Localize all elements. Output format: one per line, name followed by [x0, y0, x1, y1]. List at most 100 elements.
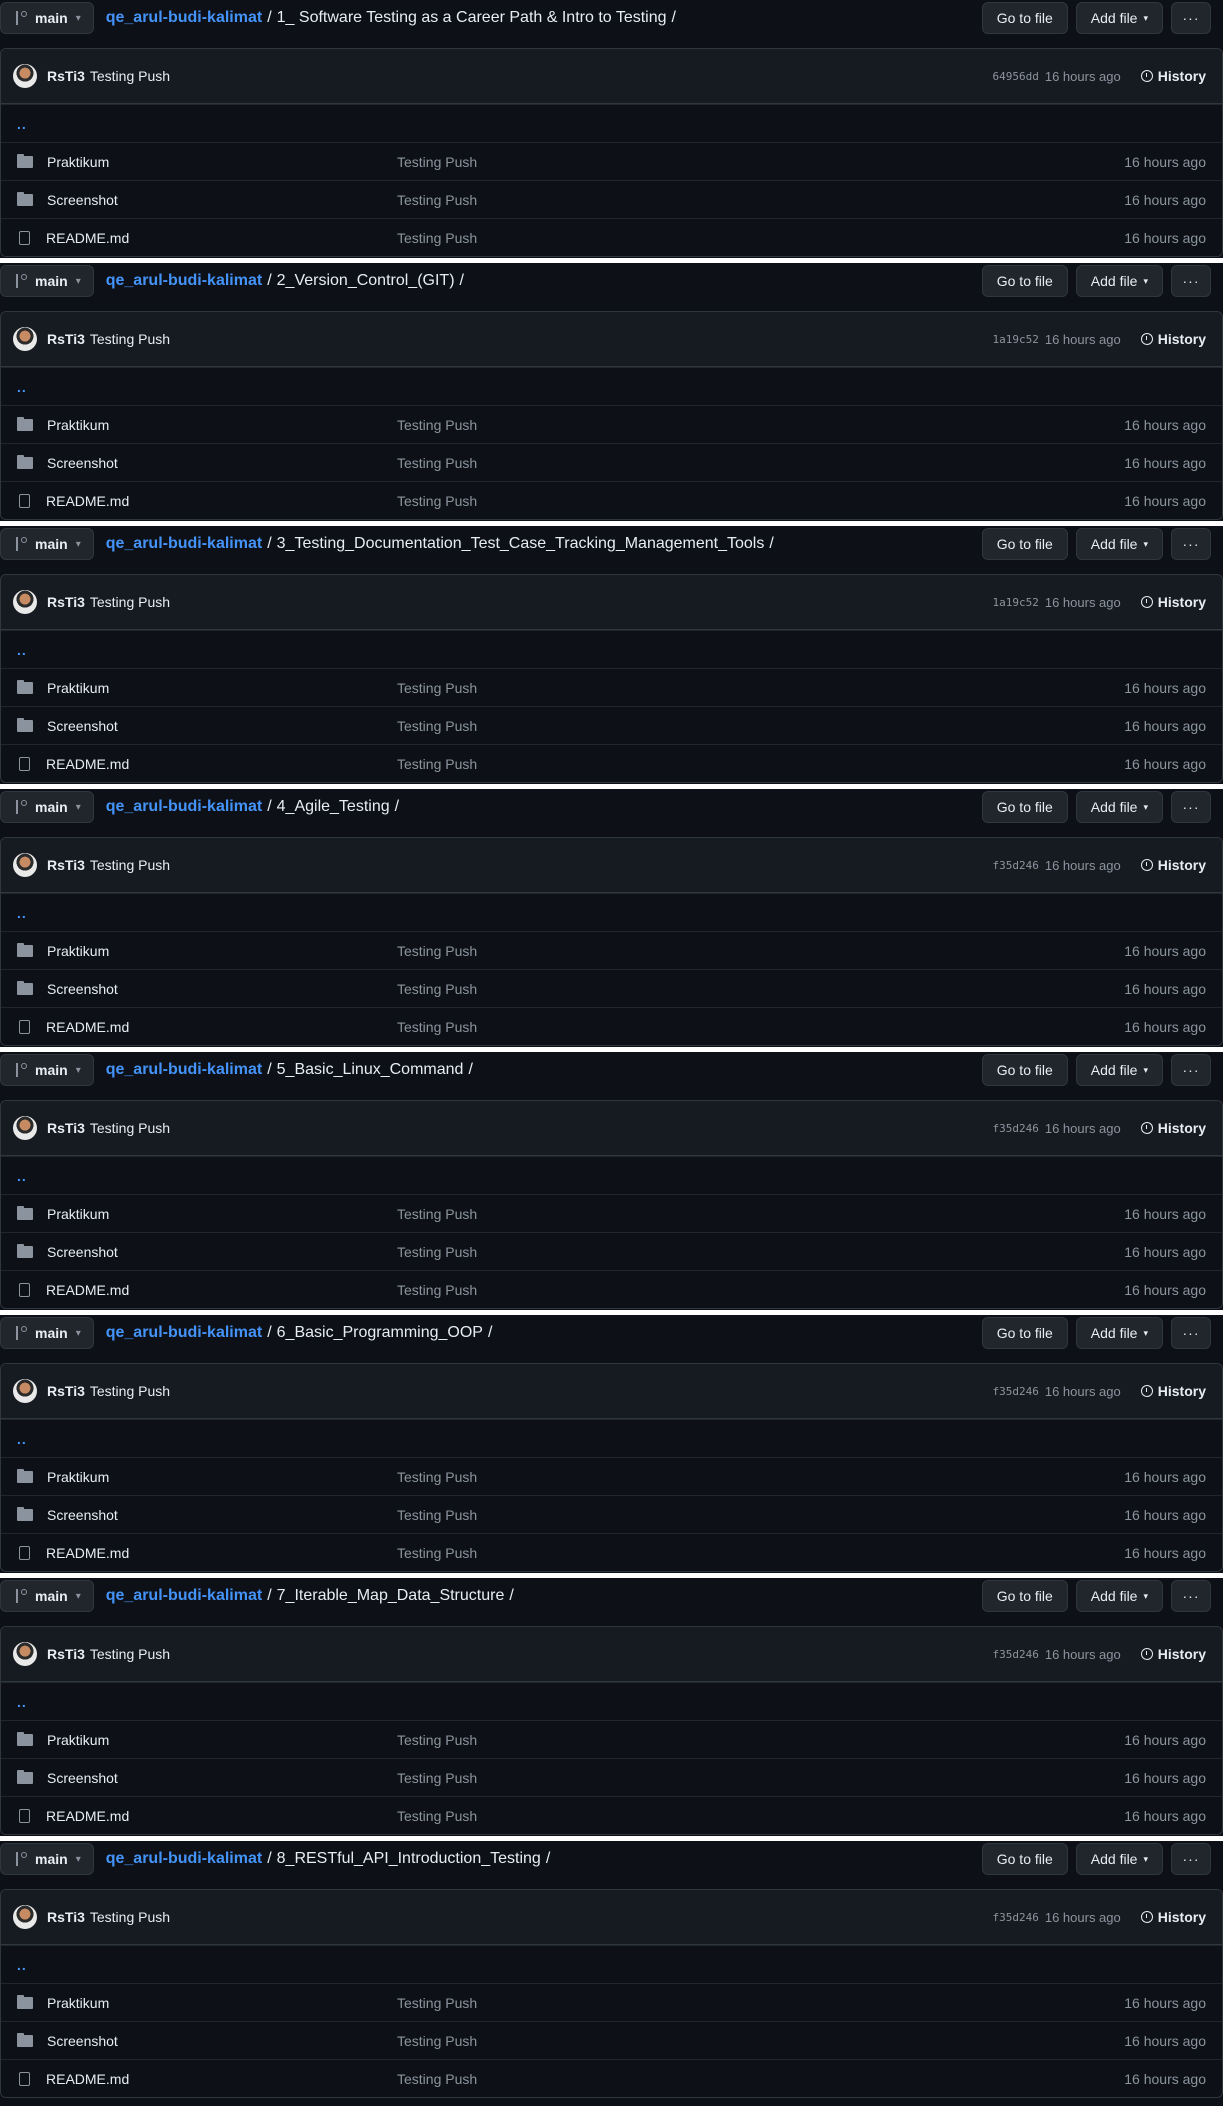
commit-sha[interactable]: f35d246: [993, 1385, 1039, 1398]
row-commit-message[interactable]: Testing Push: [397, 1469, 1124, 1485]
row-commit-message[interactable]: Testing Push: [397, 1995, 1124, 2011]
row-commit-message[interactable]: Testing Push: [397, 1282, 1124, 1298]
history-link[interactable]: History: [1137, 327, 1210, 351]
avatar[interactable]: [13, 1905, 37, 1929]
history-link[interactable]: History: [1137, 853, 1210, 877]
table-row[interactable]: Praktikum Testing Push 16 hours ago: [1, 1194, 1222, 1232]
avatar[interactable]: [13, 327, 37, 351]
add-file-button[interactable]: Add file ▾: [1075, 1317, 1163, 1349]
more-options-button[interactable]: ···: [1171, 1843, 1211, 1875]
row-commit-message[interactable]: Testing Push: [397, 1770, 1124, 1786]
commit-sha[interactable]: f35d246: [993, 1122, 1039, 1135]
avatar[interactable]: [13, 590, 37, 614]
table-row[interactable]: README.md Testing Push 16 hours ago: [1, 2059, 1222, 2097]
parent-directory-row[interactable]: ..: [1, 1945, 1222, 1983]
more-options-button[interactable]: ···: [1171, 791, 1211, 823]
breadcrumb-repo-link[interactable]: qe_arul-budi-kalimat: [106, 1061, 262, 1079]
parent-directory-link[interactable]: ..: [17, 1957, 27, 1973]
file-name[interactable]: Screenshot: [47, 718, 118, 734]
file-name[interactable]: Screenshot: [47, 2033, 118, 2049]
avatar[interactable]: [13, 1379, 37, 1403]
file-name[interactable]: README.md: [46, 1545, 129, 1561]
commit-sha[interactable]: 64956dd: [993, 70, 1039, 83]
table-row[interactable]: README.md Testing Push 16 hours ago: [1, 744, 1222, 782]
branch-selector-button[interactable]: main ▾: [0, 1843, 94, 1875]
row-commit-message[interactable]: Testing Push: [397, 455, 1124, 471]
file-name[interactable]: Praktikum: [47, 1995, 109, 2011]
breadcrumb-repo-link[interactable]: qe_arul-budi-kalimat: [106, 798, 262, 816]
file-name[interactable]: Screenshot: [47, 1770, 118, 1786]
branch-selector-button[interactable]: main ▾: [0, 2, 94, 34]
add-file-button[interactable]: Add file ▾: [1075, 2, 1163, 34]
avatar[interactable]: [13, 853, 37, 877]
row-commit-message[interactable]: Testing Push: [397, 154, 1124, 170]
commit-message[interactable]: Testing Push: [90, 1383, 170, 1399]
commit-message[interactable]: Testing Push: [90, 1120, 170, 1136]
file-name[interactable]: README.md: [46, 756, 129, 772]
commit-author[interactable]: RsTi3: [47, 331, 85, 347]
commit-author[interactable]: RsTi3: [47, 68, 85, 84]
add-file-button[interactable]: Add file ▾: [1075, 1580, 1163, 1612]
table-row[interactable]: README.md Testing Push 16 hours ago: [1, 1007, 1222, 1045]
parent-directory-link[interactable]: ..: [17, 1694, 27, 1710]
row-commit-message[interactable]: Testing Push: [397, 981, 1124, 997]
commit-message[interactable]: Testing Push: [90, 1909, 170, 1925]
commit-sha[interactable]: f35d246: [993, 859, 1039, 872]
row-commit-message[interactable]: Testing Push: [397, 2033, 1124, 2049]
commit-message[interactable]: Testing Push: [90, 68, 170, 84]
file-name[interactable]: Screenshot: [47, 1507, 118, 1523]
row-commit-message[interactable]: Testing Push: [397, 680, 1124, 696]
history-link[interactable]: History: [1137, 1642, 1210, 1666]
table-row[interactable]: README.md Testing Push 16 hours ago: [1, 1270, 1222, 1308]
commit-message[interactable]: Testing Push: [90, 331, 170, 347]
table-row[interactable]: Praktikum Testing Push 16 hours ago: [1, 1457, 1222, 1495]
row-commit-message[interactable]: Testing Push: [397, 1808, 1124, 1824]
branch-selector-button[interactable]: main ▾: [0, 528, 94, 560]
table-row[interactable]: README.md Testing Push 16 hours ago: [1, 481, 1222, 519]
more-options-button[interactable]: ···: [1171, 1580, 1211, 1612]
commit-message[interactable]: Testing Push: [90, 1646, 170, 1662]
row-commit-message[interactable]: Testing Push: [397, 1507, 1124, 1523]
file-name[interactable]: Praktikum: [47, 680, 109, 696]
table-row[interactable]: README.md Testing Push 16 hours ago: [1, 1533, 1222, 1571]
table-row[interactable]: Screenshot Testing Push 16 hours ago: [1, 706, 1222, 744]
history-link[interactable]: History: [1137, 1379, 1210, 1403]
branch-selector-button[interactable]: main ▾: [0, 1317, 94, 1349]
parent-directory-row[interactable]: ..: [1, 104, 1222, 142]
row-commit-message[interactable]: Testing Push: [397, 1206, 1124, 1222]
table-row[interactable]: Screenshot Testing Push 16 hours ago: [1, 443, 1222, 481]
row-commit-message[interactable]: Testing Push: [397, 2071, 1124, 2087]
go-to-file-button[interactable]: Go to file: [981, 265, 1068, 297]
file-name[interactable]: Praktikum: [47, 417, 109, 433]
file-name[interactable]: README.md: [46, 2071, 129, 2087]
table-row[interactable]: Praktikum Testing Push 16 hours ago: [1, 1720, 1222, 1758]
table-row[interactable]: README.md Testing Push 16 hours ago: [1, 1796, 1222, 1834]
table-row[interactable]: Screenshot Testing Push 16 hours ago: [1, 180, 1222, 218]
row-commit-message[interactable]: Testing Push: [397, 493, 1124, 509]
file-name[interactable]: README.md: [46, 1282, 129, 1298]
table-row[interactable]: Praktikum Testing Push 16 hours ago: [1, 1983, 1222, 2021]
table-row[interactable]: Praktikum Testing Push 16 hours ago: [1, 931, 1222, 969]
go-to-file-button[interactable]: Go to file: [981, 1317, 1068, 1349]
commit-sha[interactable]: 1a19c52: [993, 596, 1039, 609]
row-commit-message[interactable]: Testing Push: [397, 1545, 1124, 1561]
table-row[interactable]: Screenshot Testing Push 16 hours ago: [1, 969, 1222, 1007]
avatar[interactable]: [13, 64, 37, 88]
more-options-button[interactable]: ···: [1171, 1054, 1211, 1086]
row-commit-message[interactable]: Testing Push: [397, 1732, 1124, 1748]
history-link[interactable]: History: [1137, 590, 1210, 614]
go-to-file-button[interactable]: Go to file: [981, 528, 1068, 560]
row-commit-message[interactable]: Testing Push: [397, 192, 1124, 208]
file-name[interactable]: Praktikum: [47, 154, 109, 170]
row-commit-message[interactable]: Testing Push: [397, 718, 1124, 734]
more-options-button[interactable]: ···: [1171, 1317, 1211, 1349]
file-name[interactable]: README.md: [46, 493, 129, 509]
branch-selector-button[interactable]: main ▾: [0, 791, 94, 823]
file-name[interactable]: Praktikum: [47, 1206, 109, 1222]
file-name[interactable]: Praktikum: [47, 1469, 109, 1485]
parent-directory-row[interactable]: ..: [1, 630, 1222, 668]
parent-directory-link[interactable]: ..: [17, 116, 27, 132]
file-name[interactable]: Praktikum: [47, 1732, 109, 1748]
breadcrumb-repo-link[interactable]: qe_arul-budi-kalimat: [106, 1324, 262, 1342]
breadcrumb-repo-link[interactable]: qe_arul-budi-kalimat: [106, 1587, 262, 1605]
